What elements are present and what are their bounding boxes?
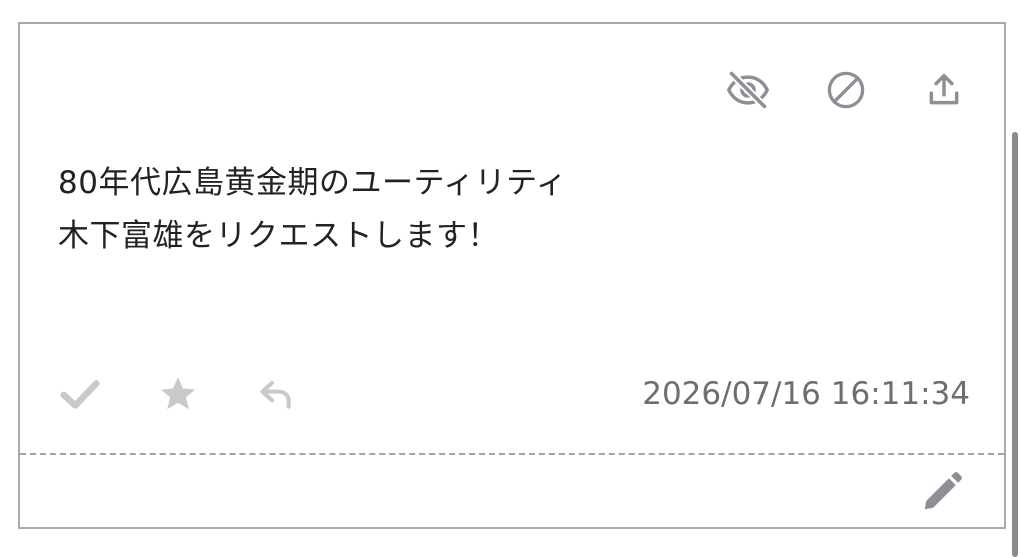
- scrollbar-thumb[interactable]: [1012, 132, 1018, 557]
- pencil-icon: [924, 472, 962, 510]
- share-button[interactable]: [920, 66, 968, 114]
- hide-button[interactable]: [724, 66, 772, 114]
- scrollbar[interactable]: [1010, 0, 1024, 557]
- eye-off-icon: [727, 70, 769, 110]
- top-action-bar: [724, 66, 968, 114]
- share-upload-icon: [929, 74, 959, 105]
- reply-button[interactable]: [252, 370, 300, 418]
- message-line: 80年代広島黄金期のユーティリティ: [58, 165, 568, 201]
- block-icon: [827, 71, 865, 109]
- approve-button[interactable]: [56, 370, 104, 418]
- message-text: 80年代広島黄金期のユーティリティ 木下富雄をリクエストします！: [58, 157, 758, 263]
- star-icon: [160, 377, 196, 410]
- favorite-button[interactable]: [154, 370, 202, 418]
- block-button[interactable]: [822, 66, 870, 114]
- check-icon: [60, 380, 100, 409]
- message-card: 80年代広島黄金期のユーティリティ 木下富雄をリクエストします！ 2026/07…: [18, 22, 1006, 529]
- reply-icon: [260, 380, 291, 409]
- dashed-divider: [20, 453, 1004, 455]
- bottom-action-bar: [56, 370, 300, 418]
- edit-button[interactable]: [918, 468, 966, 516]
- post-timestamp: 2026/07/16 16:11:34: [642, 376, 970, 412]
- message-line: 木下富雄をリクエストします！: [58, 218, 499, 254]
